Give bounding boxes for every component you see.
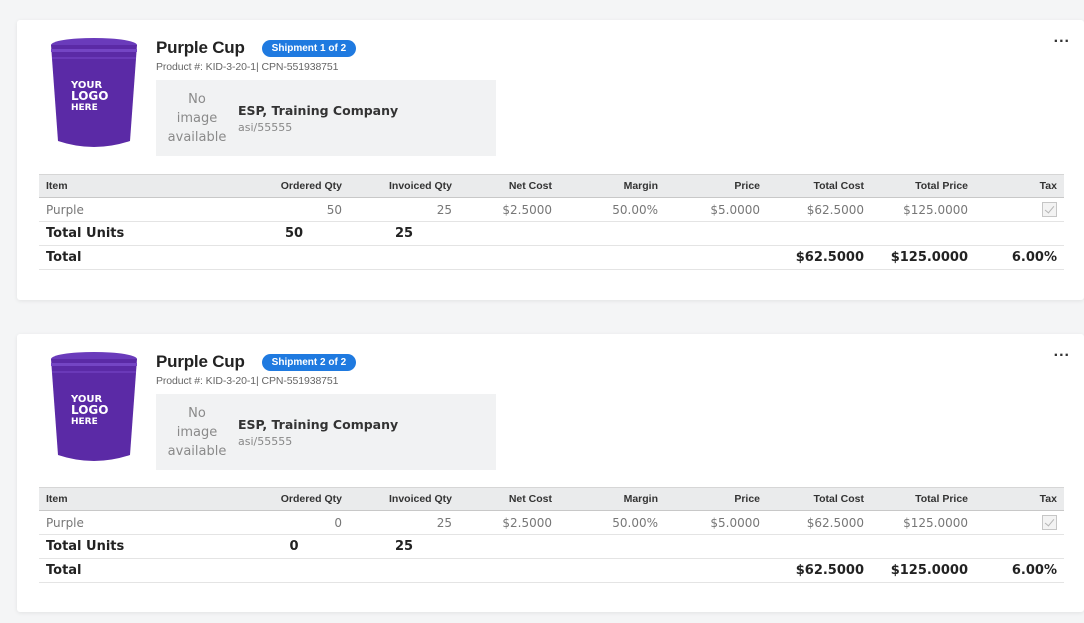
cell-total-cost: $62.5000 — [767, 197, 871, 222]
total-units-invoiced: 25 — [349, 534, 459, 559]
total-units-ordered: 50 — [239, 221, 349, 246]
logo-text-2: LOGO — [71, 89, 108, 103]
shipment-badge: Shipment 2 of 2 — [261, 353, 357, 371]
total-price: $125.0000 — [871, 245, 975, 270]
cell-ordered-qty: 50 — [239, 197, 349, 222]
product-number: Product #: KID-3-20-1| CPN-551938751 — [156, 61, 339, 73]
shipment-card-1: ... YOUR LOGO HERE Purple Cup Shipment 1… — [17, 20, 1084, 300]
col-tax: Tax — [975, 487, 1064, 511]
more-options-icon[interactable]: ... — [1054, 30, 1070, 46]
table-header-row: Item Ordered Qty Invoiced Qty Net Cost M… — [39, 174, 1064, 198]
cell-net-cost: $2.5000 — [459, 510, 559, 535]
supplier-name[interactable]: ESP, Training Company — [238, 417, 398, 432]
more-options-icon[interactable]: ... — [1054, 344, 1070, 360]
shipment-badge: Shipment 1 of 2 — [261, 39, 357, 57]
col-invoiced-qty: Invoiced Qty — [349, 174, 459, 198]
no-image-placeholder: No image available — [167, 405, 227, 459]
col-price: Price — [665, 487, 767, 511]
col-total-price: Total Price — [871, 174, 975, 198]
total-units-invoiced: 25 — [349, 221, 459, 246]
logo-text-3: HERE — [71, 417, 98, 427]
supplier-asi: asi/55555 — [238, 120, 293, 134]
total-tax: 6.00% — [975, 558, 1064, 583]
col-net-cost: Net Cost — [459, 487, 559, 511]
cell-invoiced-qty: 25 — [349, 197, 459, 222]
cell-price: $5.0000 — [665, 197, 767, 222]
table-header-row: Item Ordered Qty Invoiced Qty Net Cost M… — [39, 487, 1064, 511]
col-invoiced-qty: Invoiced Qty — [349, 487, 459, 511]
total-price: $125.0000 — [871, 558, 975, 583]
total-label: Total — [39, 558, 239, 583]
items-table: Item Ordered Qty Invoiced Qty Net Cost M… — [39, 174, 1064, 270]
product-image: YOUR LOGO HERE — [51, 352, 137, 461]
col-total-price: Total Price — [871, 487, 975, 511]
col-tax: Tax — [975, 174, 1064, 198]
total-row: Total $62.5000 $125.0000 6.00% — [39, 558, 1064, 583]
cell-margin: 50.00% — [559, 510, 665, 535]
cell-net-cost: $2.5000 — [459, 197, 559, 222]
col-net-cost: Net Cost — [459, 174, 559, 198]
table-row: Purple 50 25 $2.5000 50.00% $5.0000 $62.… — [39, 197, 1064, 222]
total-label: Total — [39, 245, 239, 270]
col-margin: Margin — [559, 487, 665, 511]
col-item: Item — [39, 487, 239, 511]
total-units-label: Total Units — [39, 221, 239, 246]
total-units-ordered: 0 — [239, 534, 349, 559]
total-units-row: Total Units 0 25 — [39, 534, 1064, 559]
supplier-asi: asi/55555 — [238, 434, 293, 448]
cell-price: $5.0000 — [665, 510, 767, 535]
supplier-box: No image available ESP, Training Company… — [156, 394, 496, 470]
cell-item: Purple — [39, 197, 239, 222]
col-ordered-qty: Ordered Qty — [239, 487, 349, 511]
supplier-box: No image available ESP, Training Company… — [156, 80, 496, 156]
cell-tax — [975, 197, 1064, 222]
cell-total-price: $125.0000 — [871, 197, 975, 222]
col-item: Item — [39, 174, 239, 198]
cell-ordered-qty: 0 — [239, 510, 349, 535]
total-units-label: Total Units — [39, 534, 239, 559]
cell-item: Purple — [39, 510, 239, 535]
tax-checkbox[interactable] — [1042, 515, 1057, 530]
tax-checkbox[interactable] — [1042, 202, 1057, 217]
col-ordered-qty: Ordered Qty — [239, 174, 349, 198]
supplier-name[interactable]: ESP, Training Company — [238, 103, 398, 118]
no-image-placeholder: No image available — [167, 91, 227, 145]
items-table: Item Ordered Qty Invoiced Qty Net Cost M… — [39, 487, 1064, 583]
product-number: Product #: KID-3-20-1| CPN-551938751 — [156, 375, 339, 387]
total-tax: 6.00% — [975, 245, 1064, 270]
product-name: Purple Cup — [156, 38, 245, 57]
cell-total-price: $125.0000 — [871, 510, 975, 535]
col-price: Price — [665, 174, 767, 198]
total-cost: $62.5000 — [767, 245, 871, 270]
logo-text-2: LOGO — [71, 403, 108, 417]
col-margin: Margin — [559, 174, 665, 198]
total-cost: $62.5000 — [767, 558, 871, 583]
logo-text-3: HERE — [71, 103, 98, 113]
col-total-cost: Total Cost — [767, 174, 871, 198]
product-name: Purple Cup — [156, 352, 245, 371]
cell-invoiced-qty: 25 — [349, 510, 459, 535]
total-row: Total $62.5000 $125.0000 6.00% — [39, 245, 1064, 270]
cell-margin: 50.00% — [559, 197, 665, 222]
product-image: YOUR LOGO HERE — [51, 38, 137, 147]
shipment-card-2: ... YOUR LOGO HERE Purple Cup Shipment 2… — [17, 334, 1084, 612]
cell-total-cost: $62.5000 — [767, 510, 871, 535]
table-row: Purple 0 25 $2.5000 50.00% $5.0000 $62.5… — [39, 510, 1064, 535]
col-total-cost: Total Cost — [767, 487, 871, 511]
cell-tax — [975, 510, 1064, 535]
total-units-row: Total Units 50 25 — [39, 221, 1064, 246]
